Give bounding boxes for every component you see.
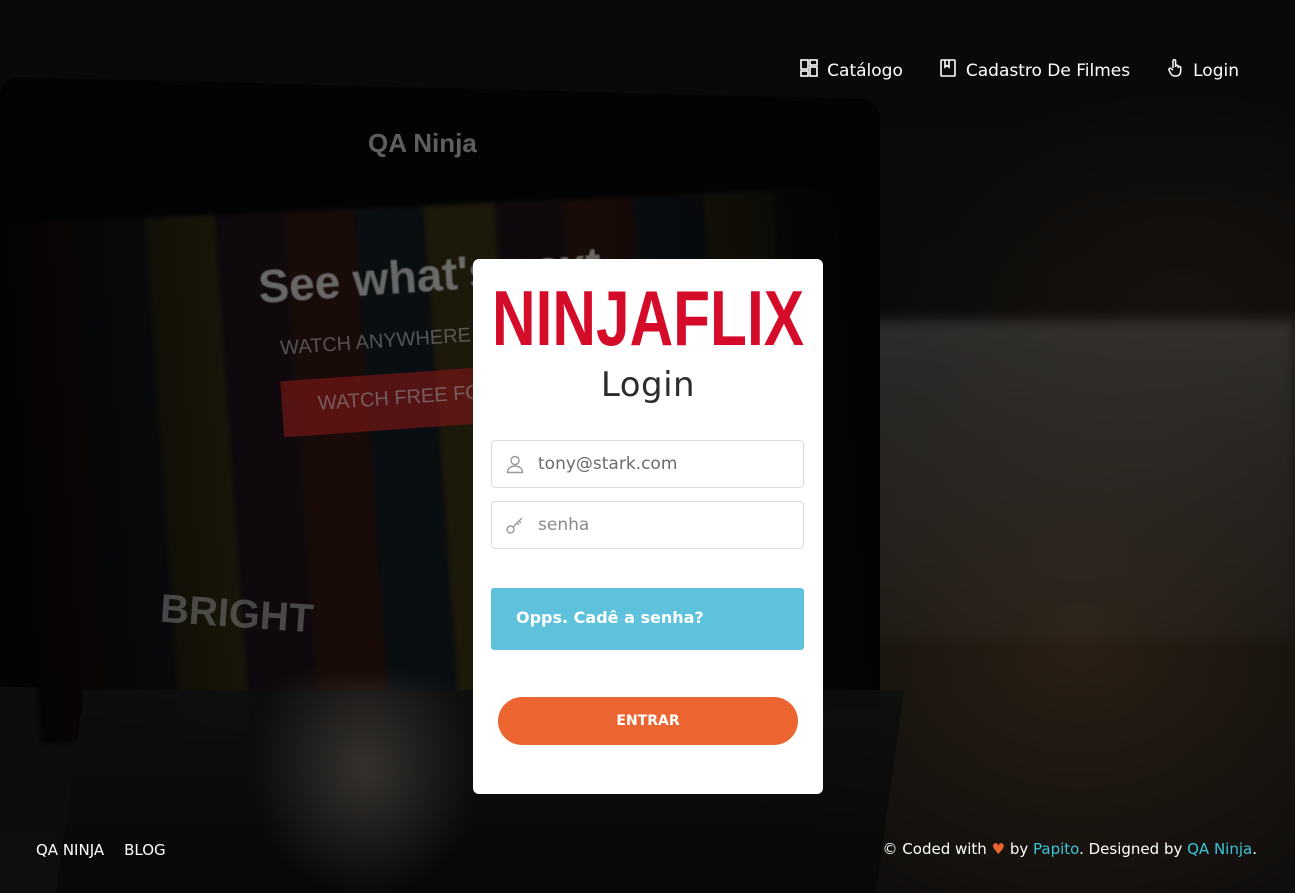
password-input[interactable] [538,515,788,535]
catalog-grid-icon [799,58,819,83]
credit-by: by [1009,840,1029,858]
credit-prefix: © Coded with [882,840,987,858]
hand-pointer-icon [1165,58,1185,83]
footer-links: QA NINJA BLOG [36,841,166,859]
book-icon [938,58,958,83]
brand-wordmark: NINJAFLIX [492,275,804,353]
email-input[interactable] [538,454,788,474]
heart-icon: ♥ [991,840,1006,858]
nav-item-label: Login [1193,60,1239,81]
ninjaflix-logo: NINJAFLIX [492,275,804,353]
footer-link-blog[interactable]: BLOG [124,841,166,859]
password-field[interactable] [491,501,804,549]
nav-item-catalogo[interactable]: Catálogo [799,58,903,83]
page-title: Login [600,365,696,405]
nav-item-label: Catálogo [827,60,903,81]
credit-designed-by: . Designed by [1079,840,1183,858]
enter-button[interactable]: ENTRAR [498,697,798,745]
user-icon [492,454,538,474]
author-link[interactable]: Papito [1033,840,1079,858]
top-navigation: Catálogo Cadastro De Filmes Login [799,58,1239,83]
credit-end: . [1252,840,1257,858]
login-card: NINJAFLIX Login Opps. Cadê a senha? ENTR… [473,259,823,794]
nav-item-cadastro-de-filmes[interactable]: Cadastro De Filmes [938,58,1130,83]
key-icon [492,515,538,535]
footer-link-qa-ninja[interactable]: QA NINJA [36,841,104,859]
footer-credits: © Coded with ♥ by Papito. Designed by QA… [883,840,1257,858]
error-alert: Opps. Cadê a senha? [491,588,804,650]
email-field[interactable] [491,440,804,488]
designer-link[interactable]: QA Ninja [1187,840,1252,858]
nav-item-login[interactable]: Login [1165,58,1239,83]
nav-item-label: Cadastro De Filmes [965,60,1131,81]
